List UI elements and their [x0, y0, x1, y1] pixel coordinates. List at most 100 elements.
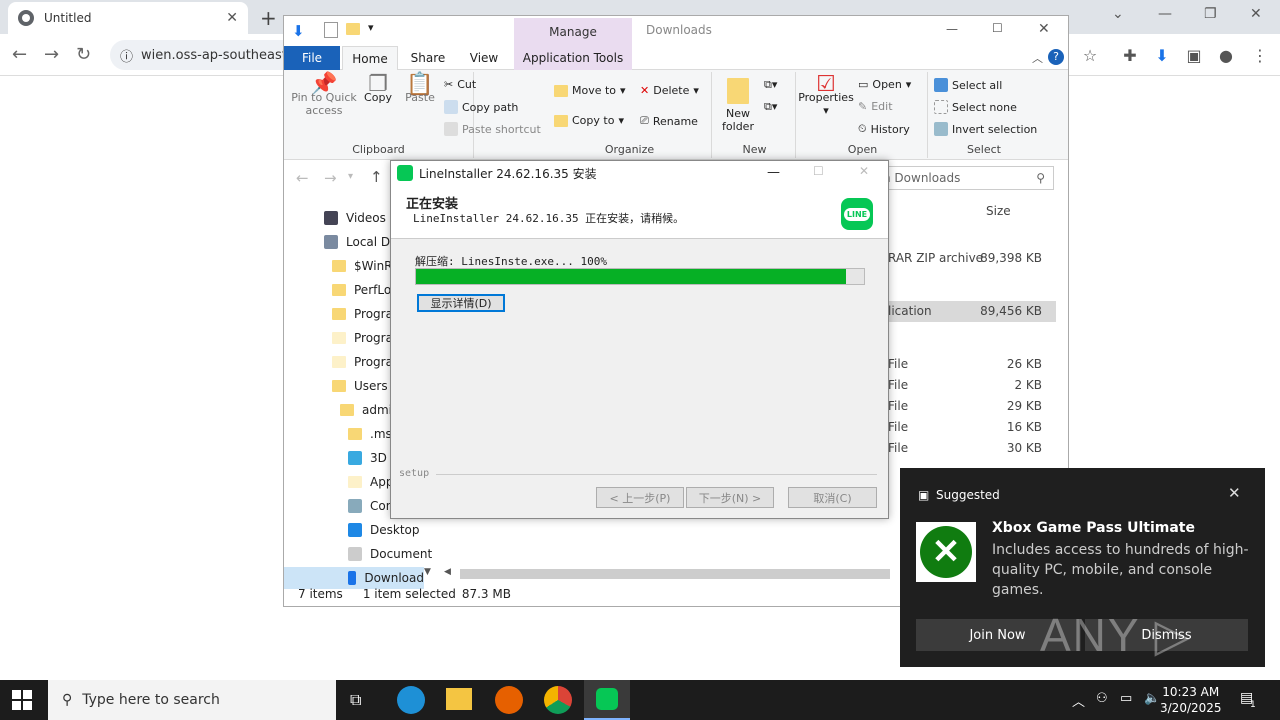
- browser-tab[interactable]: Untitled ✕: [8, 2, 248, 34]
- help-icon[interactable]: ?: [1048, 49, 1064, 65]
- forward-icon[interactable]: →: [44, 44, 59, 65]
- ex-maximize-icon[interactable]: ☐: [992, 21, 1003, 35]
- nav-scroll-down-icon[interactable]: ▼: [424, 567, 434, 581]
- size-column-header[interactable]: Size: [986, 204, 1011, 218]
- taskbar-search[interactable]: ⚲ Type here to search: [48, 680, 336, 720]
- volume-icon[interactable]: 🔈: [1144, 691, 1160, 706]
- select-none-button[interactable]: Select none: [934, 100, 1017, 114]
- file-explorer-icon[interactable]: [446, 688, 472, 710]
- pin-quick-access-button[interactable]: 📌 Pin to Quick access: [288, 74, 360, 118]
- history-button[interactable]: ⏲ History: [858, 122, 910, 136]
- explorer-titlebar: ⬇ ▾ Manage Downloads — ☐ ✕: [284, 16, 1068, 46]
- meet-icon[interactable]: ⚇: [1096, 691, 1108, 706]
- folder-qa-icon[interactable]: [346, 23, 360, 38]
- nav-item[interactable]: Con: [348, 495, 393, 517]
- reload-icon[interactable]: ↻: [76, 44, 91, 65]
- close-tab-icon[interactable]: ✕: [226, 10, 238, 26]
- file-size: 2 KB: [1014, 378, 1042, 392]
- nav-item[interactable]: App: [348, 471, 393, 493]
- new-group: New folder ⧉▾ ⧉▾ New: [714, 72, 796, 158]
- up-icon[interactable]: ↑: [370, 168, 383, 186]
- line-taskbar-button[interactable]: [584, 680, 630, 720]
- inst-minimize-icon[interactable]: —: [767, 165, 780, 180]
- horizontal-scrollbar[interactable]: [460, 569, 890, 579]
- task-view-icon[interactable]: ⧉: [350, 690, 361, 710]
- nav-item[interactable]: Local Dis: [324, 231, 400, 253]
- tab-share[interactable]: Share: [400, 46, 456, 70]
- minimize-icon[interactable]: —: [1158, 6, 1172, 22]
- recent-icon[interactable]: ▾: [348, 171, 353, 182]
- extensions-icon[interactable]: ✚: [1120, 45, 1140, 65]
- delete-button[interactable]: ✕ Delete ▾: [640, 84, 699, 97]
- open-button[interactable]: ▭ Open ▾: [858, 78, 911, 91]
- clock[interactable]: 10:23 AM 3/20/2025: [1160, 684, 1222, 716]
- progress-bar: [415, 268, 865, 285]
- new-folder-button[interactable]: New folder: [716, 78, 760, 133]
- nav-item[interactable]: PerfLog: [332, 279, 399, 301]
- line-app-icon: [397, 165, 413, 181]
- ex-minimize-icon[interactable]: —: [946, 22, 958, 36]
- tab-view[interactable]: View: [456, 46, 512, 70]
- menu-icon[interactable]: ⋮: [1250, 45, 1270, 65]
- nav-item[interactable]: Videos: [324, 207, 386, 229]
- nav-item[interactable]: Document: [348, 543, 432, 565]
- tab-file[interactable]: File: [284, 46, 340, 70]
- paste-button[interactable]: 📋 Paste: [400, 74, 440, 105]
- new-item-icon[interactable]: ⧉▾: [764, 78, 777, 92]
- close-icon[interactable]: ✕: [1250, 6, 1262, 22]
- edit-button[interactable]: ✎ Edit: [858, 100, 893, 113]
- paste-shortcut-button[interactable]: Paste shortcut: [444, 122, 541, 136]
- sidebar-icon[interactable]: ▣: [1184, 45, 1204, 65]
- easy-access-icon[interactable]: ⧉▾: [764, 100, 777, 114]
- profile-icon[interactable]: ●: [1216, 45, 1236, 65]
- nav-item[interactable]: Progra: [332, 303, 393, 325]
- select-all-icon: [934, 78, 948, 92]
- bookmark-star-icon[interactable]: ☆: [1080, 45, 1100, 65]
- select-all-button[interactable]: Select all: [934, 78, 1002, 92]
- copy-to-button[interactable]: Copy to ▾: [554, 114, 624, 127]
- search-box[interactable]: h Downloads ⚲: [874, 166, 1054, 190]
- edge-icon[interactable]: [397, 686, 425, 714]
- back-icon[interactable]: ←: [12, 44, 27, 65]
- nav-item[interactable]: Desktop: [348, 519, 420, 541]
- ex-close-icon[interactable]: ✕: [1038, 21, 1050, 37]
- cut-button[interactable]: ✂ Cut: [444, 78, 476, 91]
- tab-home[interactable]: Home: [342, 46, 398, 71]
- chrome-icon[interactable]: [544, 686, 572, 714]
- ex-forward-icon[interactable]: →: [324, 169, 337, 187]
- nav-item[interactable]: Progra: [332, 327, 393, 349]
- file-type: File: [888, 378, 909, 392]
- collapse-ribbon-icon[interactable]: ︿: [1032, 50, 1043, 66]
- copy-button[interactable]: ❐ Copy: [358, 74, 398, 105]
- network-icon[interactable]: ▭: [1120, 691, 1132, 706]
- file-size: 29 KB: [1006, 399, 1042, 413]
- scroll-left-icon[interactable]: ◀: [444, 567, 454, 581]
- nav-item[interactable]: Users: [332, 375, 388, 397]
- file-size: 16 KB: [1006, 420, 1042, 434]
- nav-item[interactable]: .ms-: [348, 423, 396, 445]
- window-title: Downloads: [646, 23, 712, 37]
- download-icon[interactable]: ⬇: [1152, 45, 1172, 65]
- invert-selection-button[interactable]: Invert selection: [934, 122, 1037, 136]
- toast-title: Xbox Game Pass Ultimate: [992, 520, 1195, 536]
- firefox-icon[interactable]: [495, 686, 523, 714]
- info-icon: ⓘ: [120, 49, 134, 65]
- windows-start-icon[interactable]: [12, 690, 32, 710]
- rename-button[interactable]: ⎚ Rename: [640, 114, 698, 128]
- restore-icon[interactable]: ❐: [1204, 6, 1217, 22]
- new-tab-button[interactable]: +: [260, 6, 277, 30]
- show-details-button[interactable]: 显示详情(D): [417, 294, 505, 312]
- tab-application-tools[interactable]: Application Tools: [514, 46, 632, 70]
- properties-button[interactable]: ☑ Properties ▾: [798, 74, 854, 118]
- copy-path-button[interactable]: Copy path: [444, 100, 518, 114]
- properties-qa-icon[interactable]: [324, 22, 338, 38]
- inst-maximize-icon: ☐: [813, 164, 824, 178]
- move-to-button[interactable]: Move to ▾: [554, 84, 626, 97]
- toast-close-icon[interactable]: ✕: [1228, 484, 1241, 502]
- nav-item[interactable]: Progra: [332, 351, 393, 373]
- qa-dropdown-icon[interactable]: ▾: [368, 21, 374, 34]
- tab-search-icon[interactable]: ⌄: [1112, 6, 1124, 22]
- ex-back-icon[interactable]: ←: [296, 169, 309, 187]
- branding-text: setup: [399, 468, 430, 479]
- tray-chevron-icon[interactable]: ︿: [1072, 691, 1085, 710]
